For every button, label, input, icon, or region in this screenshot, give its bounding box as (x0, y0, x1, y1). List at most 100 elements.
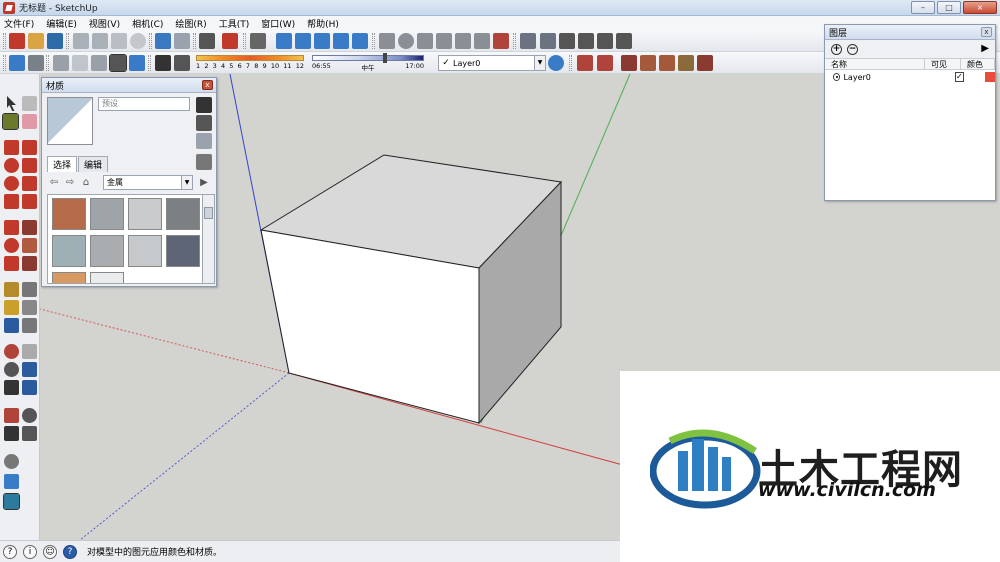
pan-icon[interactable] (398, 33, 414, 49)
previous-view-icon[interactable] (474, 33, 490, 49)
swatch-item[interactable] (128, 235, 162, 267)
swatch-item[interactable] (90, 235, 124, 267)
time-bar[interactable] (312, 53, 424, 63)
swatch-item[interactable] (52, 272, 86, 283)
flip-edge-icon[interactable] (697, 55, 713, 71)
move-icon[interactable] (4, 220, 19, 235)
hidden-line-icon[interactable] (72, 55, 88, 71)
eraser-icon[interactable] (22, 114, 37, 129)
time-slider-thumb[interactable] (383, 53, 387, 63)
look-around-icon[interactable] (22, 408, 37, 423)
warehouse-icon[interactable] (520, 33, 536, 49)
share-location-icon[interactable] (3, 493, 20, 510)
menu-view[interactable]: 视图(V) (89, 17, 120, 30)
components-icon[interactable] (540, 33, 556, 49)
toolbar-grip[interactable] (569, 55, 572, 71)
wireframe-icon[interactable] (53, 55, 69, 71)
protractor-icon[interactable] (4, 300, 19, 315)
zoom-window-icon[interactable] (436, 33, 452, 49)
cut-icon[interactable] (73, 33, 89, 49)
month-bar[interactable] (196, 55, 304, 61)
dimension-icon[interactable] (22, 282, 37, 297)
menu-edit[interactable]: 编辑(E) (46, 17, 77, 30)
scale-icon[interactable] (4, 256, 19, 271)
toolbar-grip[interactable] (513, 33, 516, 49)
model-info-icon[interactable] (222, 33, 238, 49)
two-point-arc-icon[interactable] (4, 194, 19, 209)
back-edges-icon[interactable] (28, 55, 44, 71)
shaded-icon[interactable] (91, 55, 107, 71)
column-name[interactable]: 名称 (825, 59, 925, 69)
layer-color-swatch[interactable] (984, 72, 995, 82)
swatch-item[interactable] (90, 272, 124, 283)
default-material-icon[interactable] (196, 115, 212, 131)
follow-me-icon[interactable] (22, 238, 37, 253)
layers-panel-title-bar[interactable]: 图层 x (825, 25, 995, 40)
shadows-icon[interactable] (155, 55, 171, 71)
section-plane-icon[interactable] (577, 55, 593, 71)
swatch-item[interactable] (128, 198, 162, 230)
swatch-scrollbar[interactable] (202, 194, 215, 284)
toolbar-grip[interactable] (3, 55, 6, 71)
menu-help[interactable]: 帮助(H) (307, 17, 339, 30)
erase-icon[interactable] (130, 33, 146, 49)
axes-icon[interactable] (4, 318, 19, 333)
toolbar-grip[interactable] (148, 55, 151, 71)
menu-file[interactable]: 文件(F) (4, 17, 34, 30)
select-icon[interactable] (7, 96, 16, 111)
swatch-item[interactable] (52, 198, 86, 230)
details-arrow-icon[interactable]: ▶ (197, 176, 211, 190)
print-icon[interactable] (199, 33, 215, 49)
arc-icon[interactable] (22, 158, 37, 173)
zoom-window-tool-icon[interactable] (22, 362, 37, 377)
sample-paint-icon[interactable] (196, 133, 212, 149)
toolbar-grip[interactable] (372, 33, 375, 49)
layer-name[interactable]: Layer0 (843, 73, 903, 82)
material-collection-select[interactable]: 金属 ▼ (103, 175, 193, 190)
help-icon[interactable]: ? (63, 544, 77, 559)
menu-draw[interactable]: 绘图(R) (175, 17, 206, 30)
dropdown-arrow-icon[interactable]: ▼ (181, 176, 192, 189)
3d-text-icon[interactable] (22, 318, 37, 333)
text-icon[interactable] (22, 300, 37, 315)
details-arrow-icon[interactable]: ▶ (981, 43, 989, 54)
swatch-item[interactable] (166, 235, 200, 267)
info-icon[interactable]: i (23, 544, 37, 559)
toolbar-grip[interactable] (193, 33, 196, 49)
shadow-time-slider[interactable]: 06:55 中午 17:00 (312, 53, 424, 73)
camera-icon[interactable] (250, 33, 266, 49)
extension-icon[interactable] (597, 33, 613, 49)
maximize-button[interactable]: □ (937, 1, 961, 14)
walk-icon[interactable] (4, 426, 19, 441)
top-view-icon[interactable] (295, 33, 311, 49)
circle-icon[interactable] (4, 158, 19, 173)
forward-arrow-icon[interactable]: ⇨ (63, 176, 77, 190)
tab-edit[interactable]: 编辑 (78, 156, 109, 172)
zoom-extents-icon[interactable] (455, 33, 471, 49)
dropdown-arrow-icon[interactable]: ▼ (534, 56, 545, 70)
eyedropper-icon[interactable] (196, 154, 212, 170)
make-component-icon[interactable] (22, 96, 37, 111)
new-file-icon[interactable] (9, 33, 25, 49)
terrain-icon[interactable] (640, 55, 656, 71)
zoom-tool-icon[interactable] (4, 362, 19, 377)
freehand-icon[interactable] (22, 176, 37, 191)
right-view-icon[interactable] (333, 33, 349, 49)
share-model-icon[interactable] (578, 33, 594, 49)
front-view-icon[interactable] (314, 33, 330, 49)
layer-row[interactable]: Layer0 ✓ (825, 70, 995, 84)
copy-icon[interactable] (92, 33, 108, 49)
swatch-item[interactable] (52, 235, 86, 267)
active-layer-radio[interactable] (833, 73, 841, 81)
house-icon[interactable] (559, 33, 575, 49)
shadow-month-slider[interactable]: 1 2 3 4 5 6 7 8 9 10 11 12 (196, 55, 304, 73)
undo-icon[interactable] (155, 33, 171, 49)
sandbox-icon[interactable] (621, 55, 637, 71)
remove-layer-icon[interactable]: − (847, 43, 858, 55)
visible-checkbox[interactable]: ✓ (954, 72, 964, 82)
close-icon[interactable]: x (981, 27, 992, 37)
orbit-icon[interactable] (379, 33, 395, 49)
toolbar-grip[interactable] (243, 33, 246, 49)
menu-window[interactable]: 窗口(W) (261, 17, 295, 30)
monochrome-icon[interactable] (129, 55, 145, 71)
